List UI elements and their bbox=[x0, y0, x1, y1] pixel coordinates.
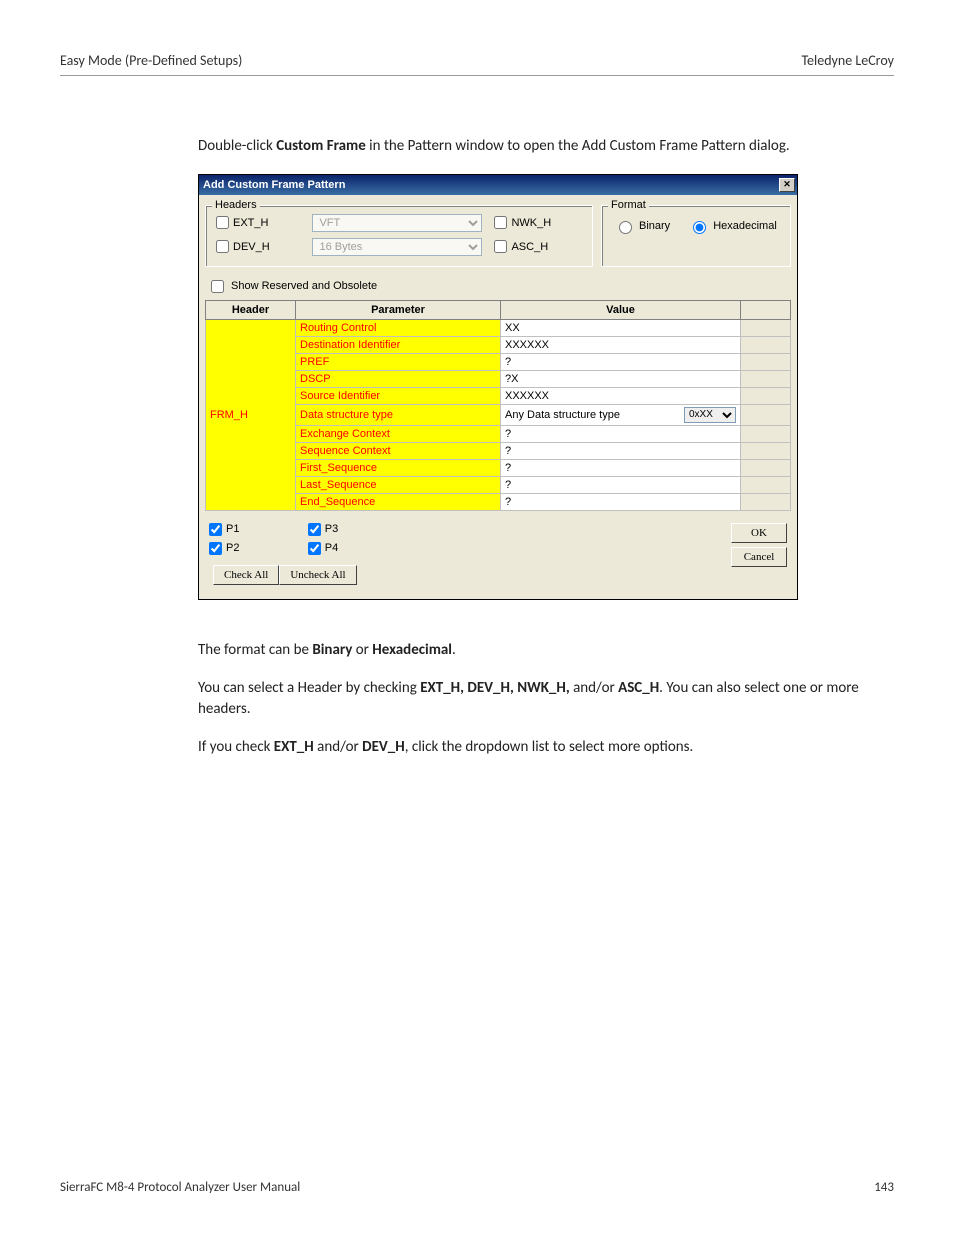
hex-radio[interactable]: Hexadecimal bbox=[688, 218, 777, 234]
footer-left: SierraFC M8-4 Protocol Analyzer User Man… bbox=[60, 1180, 300, 1195]
p3-checkbox[interactable]: P3 bbox=[308, 523, 357, 536]
header-left: Easy Mode (Pre-Defined Setups) bbox=[60, 52, 242, 69]
headers-legend: Headers bbox=[212, 199, 260, 211]
intro-paragraph: Double-click Custom Frame in the Pattern… bbox=[198, 136, 874, 158]
dialog-title: Add Custom Frame Pattern bbox=[203, 179, 345, 191]
th-value: Value bbox=[501, 300, 741, 319]
th-header: Header bbox=[206, 300, 296, 319]
value-cell[interactable]: ? bbox=[501, 442, 741, 459]
param-cell: End_Sequence bbox=[296, 493, 501, 510]
add-custom-frame-dialog: Add Custom Frame Pattern ✕ Headers EXT_H… bbox=[198, 174, 798, 600]
param-cell: Last_Sequence bbox=[296, 476, 501, 493]
p1-checkbox[interactable]: P1 bbox=[209, 523, 258, 536]
footer-right: 143 bbox=[874, 1180, 894, 1195]
param-cell: PREF bbox=[296, 353, 501, 370]
header-cell: FRM_H bbox=[206, 319, 296, 510]
blank-cell bbox=[741, 459, 791, 476]
format-fieldset: Format Binary Hexadecimal bbox=[601, 205, 791, 267]
param-cell: Data structure type bbox=[296, 404, 501, 425]
table-row: FRM_HRouting ControlXX bbox=[206, 319, 791, 336]
dev-h-combo[interactable]: 16 Bytes bbox=[312, 238, 482, 256]
value-cell[interactable]: ? bbox=[501, 459, 741, 476]
ext-h-combo[interactable]: VFT bbox=[312, 214, 482, 232]
show-reserved-checkbox[interactable] bbox=[211, 280, 224, 293]
nwk-h-checkbox[interactable]: NWK_H bbox=[494, 216, 582, 229]
value-combo[interactable]: 0xXX bbox=[684, 407, 736, 423]
blank-cell bbox=[741, 425, 791, 442]
blank-cell bbox=[741, 404, 791, 425]
blank-cell bbox=[741, 387, 791, 404]
blank-cell bbox=[741, 476, 791, 493]
value-cell[interactable]: ? bbox=[501, 476, 741, 493]
dev-h-checkbox[interactable]: DEV_H bbox=[216, 240, 300, 253]
blank-cell bbox=[741, 370, 791, 387]
param-cell: Source Identifier bbox=[296, 387, 501, 404]
show-reserved-label: Show Reserved and Obsolete bbox=[231, 280, 377, 292]
value-cell[interactable]: XXXXXX bbox=[501, 336, 741, 353]
value-cell[interactable]: ? bbox=[501, 425, 741, 442]
param-cell: DSCP bbox=[296, 370, 501, 387]
p2-checkbox[interactable]: P2 bbox=[209, 542, 258, 555]
value-cell[interactable]: ? bbox=[501, 493, 741, 510]
asc-h-checkbox[interactable]: ASC_H bbox=[494, 240, 582, 253]
value-cell[interactable]: XX bbox=[501, 319, 741, 336]
ext-h-checkbox[interactable]: EXT_H bbox=[216, 216, 300, 229]
param-cell: Destination Identifier bbox=[296, 336, 501, 353]
close-icon[interactable]: ✕ bbox=[779, 178, 795, 192]
blank-cell bbox=[741, 493, 791, 510]
parameter-table: Header Parameter Value FRM_HRouting Cont… bbox=[205, 300, 791, 511]
format-paragraph: The format can be Binary or Hexadecimal. bbox=[198, 640, 874, 662]
select-header-paragraph: You can select a Header by checking EXT_… bbox=[198, 678, 874, 722]
param-cell: Exchange Context bbox=[296, 425, 501, 442]
page-header: Easy Mode (Pre-Defined Setups) Teledyne … bbox=[60, 52, 894, 73]
param-cell: Sequence Context bbox=[296, 442, 501, 459]
value-cell[interactable]: XXXXXX bbox=[501, 387, 741, 404]
blank-cell bbox=[741, 336, 791, 353]
check-all-button[interactable]: Check All bbox=[213, 565, 279, 585]
page-footer: SierraFC M8-4 Protocol Analyzer User Man… bbox=[60, 1180, 894, 1195]
param-cell: Routing Control bbox=[296, 319, 501, 336]
header-rule bbox=[60, 75, 894, 76]
value-cell[interactable]: ?X bbox=[501, 370, 741, 387]
headers-fieldset: Headers EXT_H VFT NWK_H bbox=[205, 205, 593, 267]
blank-cell bbox=[741, 353, 791, 370]
param-cell: First_Sequence bbox=[296, 459, 501, 476]
cancel-button[interactable]: Cancel bbox=[731, 547, 787, 567]
header-right: Teledyne LeCroy bbox=[801, 52, 894, 69]
p4-checkbox[interactable]: P4 bbox=[308, 542, 357, 555]
dialog-titlebar: Add Custom Frame Pattern ✕ bbox=[199, 175, 797, 195]
binary-radio[interactable]: Binary bbox=[614, 218, 670, 234]
blank-cell bbox=[741, 442, 791, 459]
format-legend: Format bbox=[608, 199, 649, 211]
value-cell[interactable]: ? bbox=[501, 353, 741, 370]
ok-button[interactable]: OK bbox=[731, 523, 787, 543]
blank-cell bbox=[741, 319, 791, 336]
th-parameter: Parameter bbox=[296, 300, 501, 319]
dropdown-paragraph: If you check EXT_H and/or DEV_H, click t… bbox=[198, 737, 874, 759]
uncheck-all-button[interactable]: Uncheck All bbox=[279, 565, 356, 585]
value-cell[interactable]: Any Data structure type0xXX bbox=[501, 404, 741, 425]
th-blank bbox=[741, 300, 791, 319]
